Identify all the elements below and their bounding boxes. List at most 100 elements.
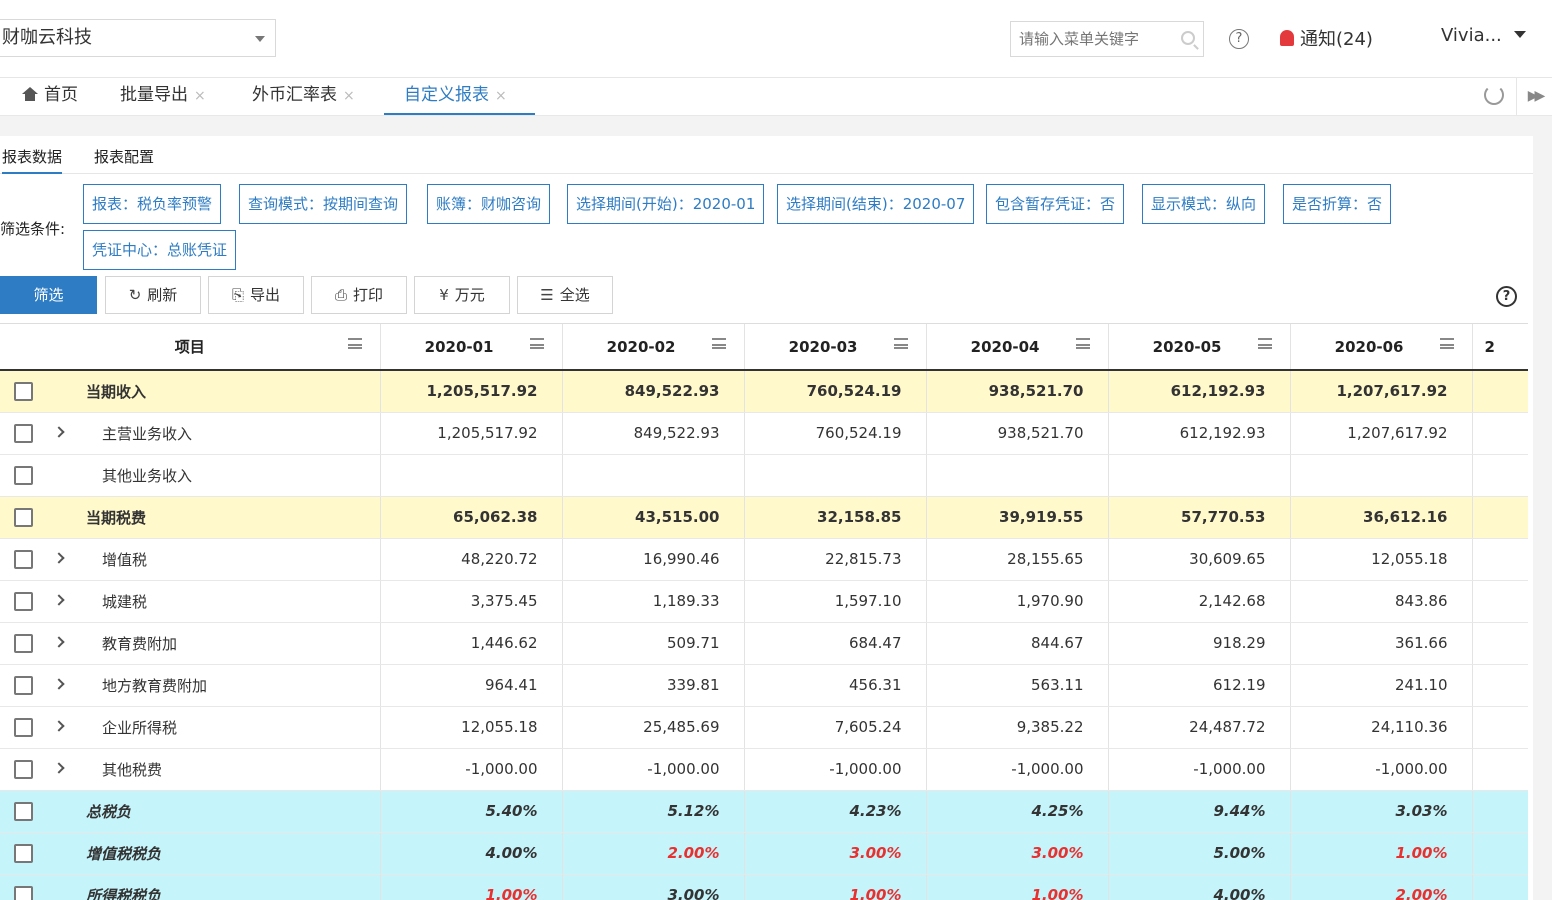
table-row[interactable]: 当期收入 1,205,517.92 849,522.93 760,524.19 938,… bbox=[0, 370, 1528, 413]
table-cell: 361.66 bbox=[1290, 622, 1473, 665]
table-cell: 849,522.93 bbox=[562, 370, 745, 413]
row-checkbox[interactable] bbox=[14, 885, 33, 900]
table-cell: 28,155.65 bbox=[926, 538, 1109, 581]
tab-home[interactable]: 首页 bbox=[22, 78, 78, 115]
filter-chip-period-end[interactable]: 选择期间(结束)：2020-07 bbox=[777, 184, 975, 224]
filter-chip-convert[interactable]: 是否折算：否 bbox=[1283, 184, 1392, 224]
chevron-right-icon[interactable] bbox=[53, 635, 65, 648]
help-icon[interactable]: ? bbox=[1229, 29, 1249, 49]
table-cell: 1,207,617.92 bbox=[1290, 370, 1473, 413]
close-icon[interactable]: × bbox=[343, 88, 355, 104]
row-checkbox[interactable] bbox=[14, 801, 33, 821]
export-button[interactable]: ⎘ 导出 bbox=[208, 276, 304, 314]
close-icon[interactable]: × bbox=[495, 88, 507, 104]
table-cell: 1.00% bbox=[380, 874, 563, 900]
table-cell: 4.25% bbox=[926, 790, 1109, 833]
row-checkbox[interactable] bbox=[14, 717, 33, 737]
wan-yuan-button[interactable]: ¥ 万元 bbox=[414, 276, 510, 314]
column-menu-icon[interactable] bbox=[529, 338, 544, 349]
table-row[interactable]: 主营业务收入 1,205,517.92 849,522.93 760,524.19 93… bbox=[0, 412, 1528, 455]
column-menu-icon[interactable] bbox=[1075, 338, 1090, 349]
subtab-report-data[interactable]: 报表数据 bbox=[2, 146, 63, 174]
refresh-icon[interactable] bbox=[1484, 85, 1504, 105]
filter-chip-report[interactable]: 报表：税负率预警 bbox=[83, 184, 222, 224]
table-cell: 241.10 bbox=[1290, 664, 1473, 707]
select-all-button[interactable]: ☰ 全选 bbox=[517, 276, 613, 314]
chevron-right-icon[interactable] bbox=[53, 425, 65, 438]
bell-icon bbox=[1280, 30, 1294, 46]
row-checkbox[interactable] bbox=[14, 843, 33, 863]
table-row[interactable]: 地方教育费附加 964.41 339.81 456.31 563.11 612.19 241… bbox=[0, 664, 1528, 707]
subtab-report-config[interactable]: 报表配置 bbox=[94, 146, 154, 174]
table-cell: 1.00% bbox=[1290, 832, 1473, 875]
row-checkbox[interactable] bbox=[14, 759, 33, 779]
tab-exchange-rate[interactable]: 外币汇率表 × bbox=[252, 78, 355, 115]
filter-chip-query-mode[interactable]: 查询模式：按期间查询 bbox=[239, 184, 408, 224]
row-checkbox[interactable] bbox=[14, 591, 33, 611]
filter-chip-ledger[interactable]: 账簿：财咖咨询 bbox=[427, 184, 551, 224]
table-row[interactable]: 企业所得税 12,055.18 25,485.69 7,605.24 9,385.22 2… bbox=[0, 706, 1528, 749]
row-checkbox[interactable] bbox=[14, 675, 33, 695]
row-item-cell: 增值税税负 bbox=[0, 832, 381, 875]
chevron-right-icon[interactable] bbox=[53, 719, 65, 732]
table-cell: 7,605.24 bbox=[744, 706, 927, 749]
row-checkbox[interactable] bbox=[14, 633, 33, 653]
table-cell: 760,524.19 bbox=[744, 370, 927, 413]
row-checkbox[interactable] bbox=[14, 549, 33, 569]
row-checkbox[interactable] bbox=[14, 507, 33, 527]
notification-button[interactable]: 通知(24) bbox=[1280, 25, 1373, 51]
table-cell: 849,522.93 bbox=[562, 412, 745, 455]
filter-button[interactable]: 筛选 bbox=[0, 276, 97, 314]
column-menu-icon[interactable] bbox=[1439, 338, 1454, 349]
export-icon: ⎘ bbox=[231, 286, 244, 304]
money-bag-icon: ¥ bbox=[439, 286, 449, 304]
filter-chip-include-draft[interactable]: 包含暂存凭证：否 bbox=[986, 184, 1125, 224]
double-arrow-right-icon[interactable]: ▶▶ bbox=[1516, 78, 1552, 115]
table-cell: 24,487.72 bbox=[1108, 706, 1291, 749]
user-menu[interactable]: Vivia... bbox=[1441, 25, 1526, 46]
column-menu-icon[interactable] bbox=[347, 338, 362, 349]
refresh-button[interactable]: ↻ 刷新 bbox=[105, 276, 201, 314]
table-cell: 1.00% bbox=[744, 874, 927, 900]
company-select[interactable]: 财咖云科技 bbox=[0, 19, 276, 57]
row-item-cell: 地方教育费附加 bbox=[0, 664, 381, 707]
table-cell: 456.31 bbox=[744, 664, 927, 707]
chevron-right-icon[interactable] bbox=[53, 593, 65, 606]
row-checkbox[interactable] bbox=[14, 382, 33, 401]
search-input[interactable] bbox=[1011, 22, 1171, 56]
table-row[interactable]: 其他业务收入 bbox=[0, 454, 1528, 497]
filter-chip-display-mode[interactable]: 显示模式：纵向 bbox=[1142, 184, 1266, 224]
close-icon[interactable]: × bbox=[194, 88, 206, 104]
table-cell: 3.00% bbox=[926, 832, 1109, 875]
table-row[interactable]: 其他税费 -1,000.00 -1,000.00 -1,000.00 -1,000.00… bbox=[0, 748, 1528, 791]
filter-label: 筛选条件: bbox=[0, 220, 66, 238]
table-cell: -1,000.00 bbox=[562, 748, 745, 791]
table-row[interactable]: 所得税税负 1.00% 3.00% 1.00% 1.00% 4.00% 2.00% bbox=[0, 874, 1528, 900]
filter-chip-period-start[interactable]: 选择期间(开始)：2020-01 bbox=[567, 184, 765, 224]
table-row[interactable]: 城建税 3,375.45 1,189.33 1,597.10 1,970.90 2,142… bbox=[0, 580, 1528, 623]
help-icon[interactable]: ? bbox=[1496, 286, 1517, 307]
row-item-cell: 教育费附加 bbox=[0, 622, 381, 665]
filter-chip-voucher-center[interactable]: 凭证中心：总账凭证 bbox=[83, 230, 237, 270]
tab-batch-export[interactable]: 批量导出 × bbox=[120, 78, 206, 115]
table-cell: 4.23% bbox=[744, 790, 927, 833]
table-row[interactable]: 当期税费 65,062.38 43,515.00 32,158.85 39,919.55… bbox=[0, 496, 1528, 539]
column-menu-icon[interactable] bbox=[893, 338, 908, 349]
row-checkbox[interactable] bbox=[14, 423, 33, 443]
table-row[interactable]: 增值税税负 4.00% 2.00% 3.00% 3.00% 5.00% 1.00% bbox=[0, 832, 1528, 875]
table-cell: 1,205,517.92 bbox=[380, 412, 563, 455]
table-row[interactable]: 总税负 5.40% 5.12% 4.23% 4.25% 9.44% 3.03% bbox=[0, 790, 1528, 833]
search-icon[interactable] bbox=[1181, 31, 1195, 45]
print-button[interactable]: ⎙ 打印 bbox=[311, 276, 407, 314]
row-item-cell: 企业所得税 bbox=[0, 706, 381, 749]
table-row[interactable]: 教育费附加 1,446.62 509.71 684.47 844.67 918.29 361… bbox=[0, 622, 1528, 665]
column-menu-icon[interactable] bbox=[1257, 338, 1272, 349]
row-item-cell: 增值税 bbox=[0, 538, 381, 581]
row-checkbox[interactable] bbox=[14, 465, 33, 485]
chevron-right-icon[interactable] bbox=[53, 551, 65, 564]
chevron-right-icon[interactable] bbox=[53, 761, 65, 774]
tab-custom-report[interactable]: 自定义报表 × bbox=[384, 78, 535, 115]
chevron-right-icon[interactable] bbox=[53, 677, 65, 690]
column-menu-icon[interactable] bbox=[711, 338, 726, 349]
table-row[interactable]: 增值税 48,220.72 16,990.46 22,815.73 28,155.65 3… bbox=[0, 538, 1528, 581]
